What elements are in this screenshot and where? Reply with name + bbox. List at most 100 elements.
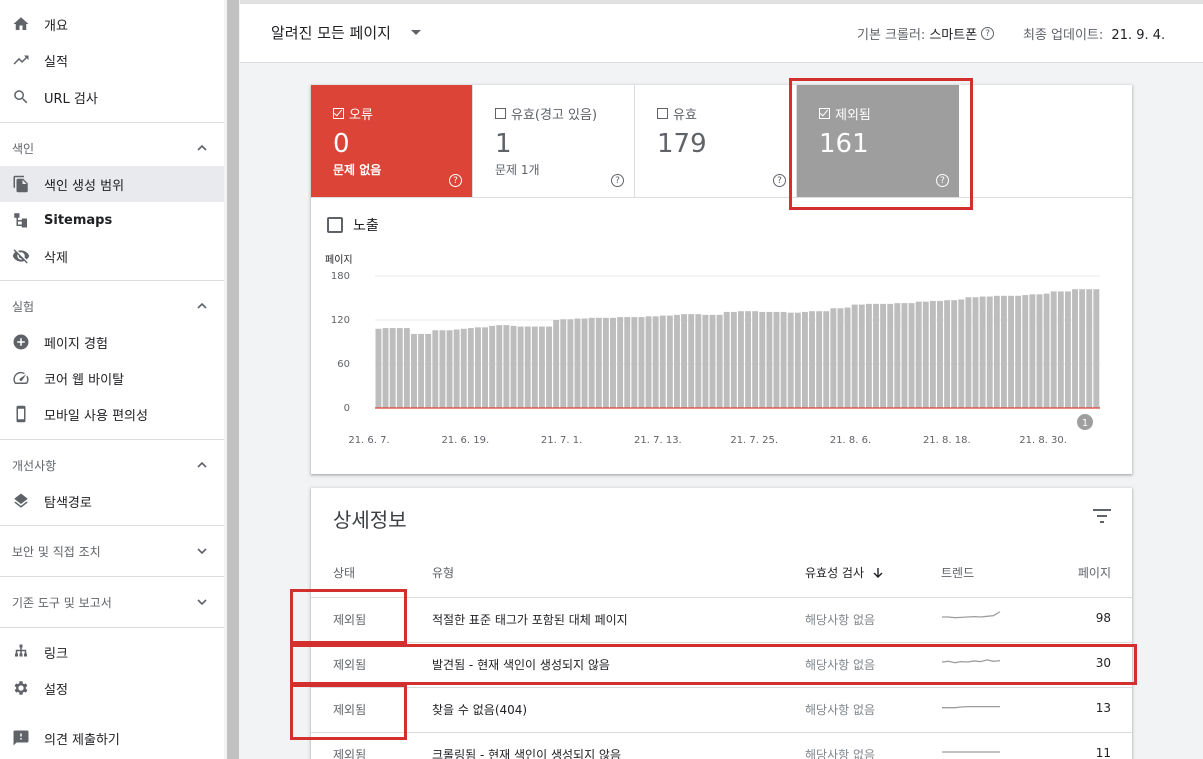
- crawler-value: 스마트폰: [929, 28, 978, 43]
- bar: [794, 312, 801, 408]
- chevron-up-icon: [196, 142, 208, 154]
- impressions-toggle[interactable]: 노출: [327, 215, 379, 235]
- table-row[interactable]: 제외됨 찾을 수 없음(404) 해당사항 없음 13: [311, 687, 1132, 732]
- bar: [915, 301, 922, 408]
- bar: [418, 333, 425, 408]
- bar: [467, 328, 474, 408]
- page-filter-value: 알려진 모든 페이지: [271, 24, 391, 42]
- bar: [588, 317, 595, 408]
- sidebar-section-experiments[interactable]: 실험: [0, 288, 224, 324]
- bar: [496, 325, 503, 408]
- page-filter-dropdown[interactable]: 알려진 모든 페이지: [271, 22, 421, 43]
- cell-type: 찾을 수 없음(404): [432, 703, 528, 717]
- bar: [944, 300, 951, 408]
- bar: [688, 314, 695, 408]
- checkbox-checked-icon[interactable]: [819, 108, 830, 119]
- sidebar-item-label: 의견 제출하기: [44, 732, 120, 748]
- bar: [993, 295, 1000, 408]
- sidebar-item-sitemaps[interactable]: Sitemaps: [0, 202, 224, 238]
- table-row[interactable]: 제외됨 크롤링됨 - 현재 색인이 생성되지 않음 해당사항 없음 11: [311, 732, 1132, 759]
- bar: [574, 318, 581, 408]
- y-tick-label: 60: [337, 359, 350, 370]
- cell-status: 제외됨: [333, 613, 367, 627]
- impressions-label: 노출: [353, 218, 379, 234]
- tile-error[interactable]: 오류 0 문제 없음 ?: [311, 85, 473, 198]
- crawler-label: 기본 크롤러:: [857, 28, 926, 43]
- tile-count: 1: [495, 129, 512, 159]
- bar: [922, 301, 929, 408]
- sidebar-section-legacy[interactable]: 기존 도구 및 보고서: [0, 584, 224, 620]
- filter-icon[interactable]: [1091, 506, 1113, 526]
- bar: [965, 297, 972, 408]
- trend-sparkline: [942, 611, 1001, 619]
- cell-validation: 해당사항 없음: [805, 748, 876, 759]
- checkbox-unchecked-icon[interactable]: [495, 108, 506, 119]
- checkbox-checked-icon[interactable]: [333, 108, 344, 119]
- help-icon[interactable]: ?: [611, 174, 624, 187]
- smartphone-icon: [11, 404, 31, 424]
- divider: [0, 576, 224, 577]
- checkbox-unchecked-icon[interactable]: [657, 108, 668, 119]
- divider: [0, 525, 224, 526]
- sidebar-section-index[interactable]: 색인: [0, 130, 224, 166]
- bar: [595, 317, 602, 408]
- column-header-status[interactable]: 상태: [333, 564, 355, 581]
- sidebar-item-core-web-vitals[interactable]: 코어 웹 바이탈: [0, 360, 224, 396]
- sidebar-item-performance[interactable]: 실적: [0, 42, 224, 78]
- sidebar-item-coverage[interactable]: 색인 생성 범위: [0, 166, 224, 202]
- bar: [517, 326, 524, 408]
- bar: [1079, 289, 1086, 408]
- bar: [681, 314, 688, 408]
- cell-pages: 98: [1095, 611, 1111, 625]
- bar: [453, 329, 460, 408]
- bar: [716, 314, 723, 408]
- bar: [837, 308, 844, 408]
- divider: [0, 627, 224, 628]
- sidebar-item-overview[interactable]: 개요: [0, 6, 224, 42]
- bar: [851, 304, 858, 408]
- cell-type: 적절한 표준 태그가 포함된 대체 페이지: [432, 613, 628, 627]
- checkbox-unchecked-icon[interactable]: [327, 217, 343, 233]
- bar: [503, 325, 510, 408]
- help-icon[interactable]: ?: [981, 27, 995, 40]
- bar: [1008, 295, 1015, 408]
- help-icon[interactable]: ?: [773, 174, 786, 187]
- bar: [610, 317, 616, 408]
- sidebar-item-label: 모바일 사용 편의성: [44, 408, 148, 424]
- sidebar-item-mobile-usability[interactable]: 모바일 사용 편의성: [0, 396, 224, 432]
- trend-line: [942, 611, 1001, 619]
- sidebar-item-links[interactable]: 링크: [0, 634, 224, 670]
- sidebar-item-removals[interactable]: 삭제: [0, 238, 224, 274]
- trend-sparkline: [942, 705, 1000, 709]
- tile-label: 제외됨: [835, 108, 871, 123]
- cell-type: 발견됨 - 현재 색인이 생성되지 않음: [432, 658, 610, 672]
- tile-excluded[interactable]: 제외됨 161 ?: [797, 85, 959, 198]
- tile-valid-with-warnings[interactable]: 유효(경고 있음) 1 문제 1개 ?: [473, 85, 635, 198]
- sidebar-scrollbar-thumb[interactable]: [227, 0, 239, 759]
- sidebar-item-label: 색인 생성 범위: [44, 178, 125, 194]
- column-header-pages[interactable]: 페이지: [1078, 564, 1111, 581]
- tile-label: 유효(경고 있음): [511, 108, 598, 123]
- table-row[interactable]: 제외됨 적절한 표준 태그가 포함된 대체 페이지 해당사항 없음 98: [311, 597, 1132, 642]
- sidebar-section-enhancements[interactable]: 개선사항: [0, 447, 224, 483]
- sidebar-item-feedback[interactable]: 의견 제출하기: [0, 720, 224, 756]
- tile-valid[interactable]: 유효 179 ?: [635, 85, 797, 198]
- column-header-type[interactable]: 유형: [432, 564, 454, 581]
- x-tick-label: 21. 8. 18.: [923, 435, 971, 446]
- column-header-validation[interactable]: 유효성 검사: [805, 564, 884, 581]
- sidebar-item-url-inspection[interactable]: URL 검사: [0, 79, 224, 115]
- bar: [1064, 291, 1071, 408]
- bar: [780, 311, 787, 408]
- sidebar-item-label: 링크: [44, 646, 68, 662]
- help-icon[interactable]: ?: [449, 174, 462, 187]
- bar: [538, 326, 545, 408]
- bar: [560, 319, 567, 408]
- sidebar-item-breadcrumbs[interactable]: 탐색경로: [0, 483, 224, 519]
- arrow-down-icon: [873, 567, 883, 578]
- sidebar-section-security[interactable]: 보안 및 직접 조치: [0, 533, 224, 569]
- help-icon[interactable]: ?: [936, 174, 949, 187]
- cell-pages: 13: [1095, 701, 1111, 715]
- sidebar-item-page-experience[interactable]: 페이지 경험: [0, 324, 224, 360]
- table-row[interactable]: 제외됨 발견됨 - 현재 색인이 생성되지 않음 해당사항 없음 30: [311, 642, 1132, 687]
- sidebar-item-settings[interactable]: 설정: [0, 670, 224, 706]
